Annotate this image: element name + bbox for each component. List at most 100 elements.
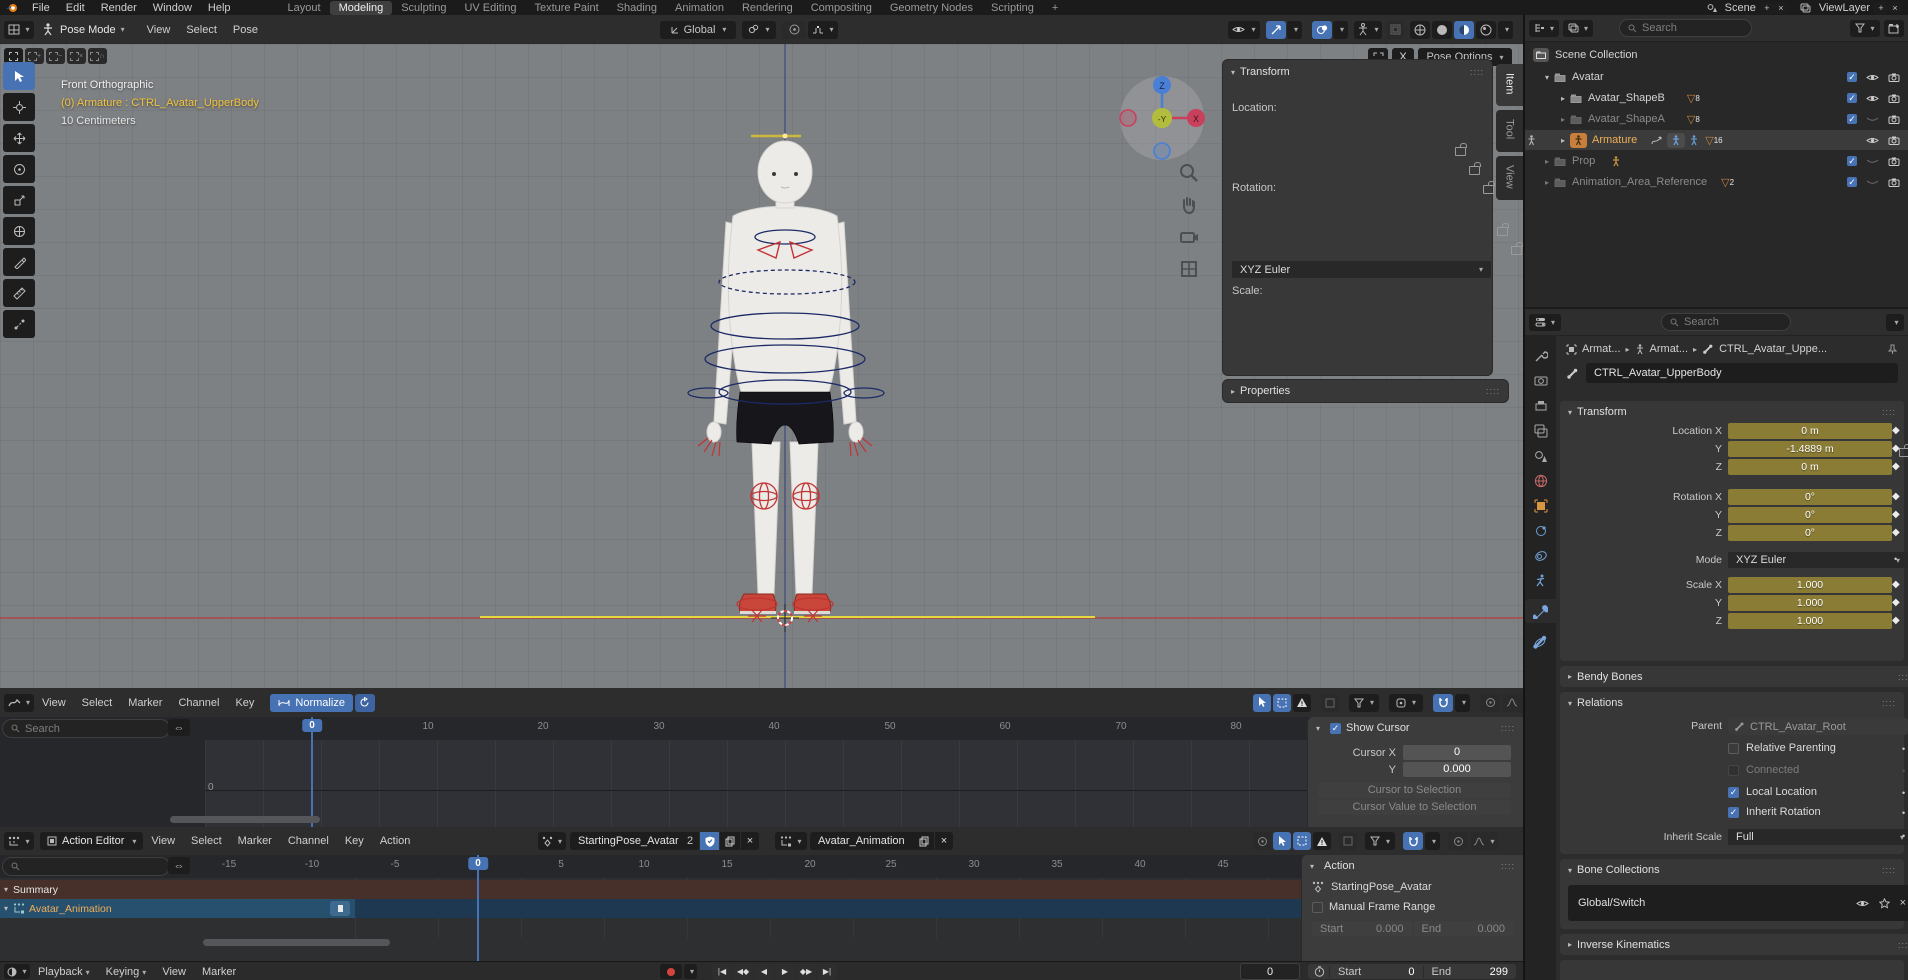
- prop-scale-x-field[interactable]: 1.000: [1728, 577, 1892, 593]
- dope-filter-dropdown[interactable]: ▾: [1365, 832, 1395, 850]
- new-slot-icon[interactable]: [914, 832, 934, 850]
- gizmo-x-ball[interactable]: X: [1193, 114, 1199, 124]
- lock-location-y-icon[interactable]: [1469, 166, 1480, 175]
- tab-view[interactable]: View: [1496, 156, 1523, 201]
- editor-type-button[interactable]: ▾: [4, 21, 34, 39]
- prop-lock-icon[interactable]: [1899, 448, 1908, 457]
- jump-to-start-button[interactable]: |◀: [712, 964, 732, 980]
- prop-location-x-field[interactable]: 0 m: [1728, 423, 1892, 439]
- shading-wireframe-button[interactable]: [1410, 21, 1430, 39]
- tab-bone-active[interactable]: [1525, 599, 1556, 623]
- render-camera-icon[interactable]: [1888, 73, 1900, 82]
- snap-target-dropdown[interactable]: ▾: [742, 21, 776, 39]
- graph-menu-select[interactable]: Select: [74, 697, 121, 709]
- shapeb-checkbox[interactable]: ✓: [1847, 93, 1857, 103]
- properties-editor-type-button[interactable]: ▾: [1529, 314, 1561, 331]
- graph-menu-view[interactable]: View: [34, 697, 74, 709]
- viewport-menu-select[interactable]: Select: [178, 24, 225, 36]
- lock-location-z-icon[interactable]: [1483, 185, 1494, 194]
- relative-parenting-row[interactable]: Relative Parenting: [1728, 742, 1836, 754]
- menu-render[interactable]: Render: [93, 2, 145, 14]
- outliner-row-avatar[interactable]: ▾ Avatar ✓: [1525, 67, 1908, 87]
- properties-search-input[interactable]: Search: [1661, 313, 1791, 331]
- dope-playhead[interactable]: [477, 855, 479, 961]
- channel-track-row[interactable]: ▾ Avatar_Animation: [0, 899, 1523, 918]
- hide-eye-icon[interactable]: [1866, 94, 1879, 103]
- connected-row[interactable]: Connected: [1728, 764, 1799, 776]
- parent-field[interactable]: CTRL_Avatar_Root: [1728, 718, 1908, 735]
- lock-rotation-x-icon[interactable]: [1497, 227, 1508, 236]
- zoom-icon[interactable]: [1178, 162, 1200, 184]
- dope-menu-select[interactable]: Select: [183, 835, 230, 847]
- camera-view-icon[interactable]: [1178, 226, 1200, 248]
- workspace-tab-shading[interactable]: Shading: [608, 1, 666, 15]
- animation-slot-icon[interactable]: ▾: [775, 832, 807, 850]
- n-panel-properties-collapsed[interactable]: ▸Properties ::::: [1223, 380, 1508, 402]
- xray-toggle[interactable]: ▾: [1354, 21, 1382, 39]
- lock-location-x-icon[interactable]: [1455, 147, 1466, 156]
- dope-mode-dropdown[interactable]: Action Editor▾: [40, 832, 143, 850]
- render-camera-icon[interactable]: [1888, 94, 1900, 103]
- transform-props-header[interactable]: ▾Transform ::::: [1560, 401, 1904, 423]
- dope-editor-type-button[interactable]: ▾: [4, 832, 34, 850]
- new-viewlayer-button[interactable]: +: [1874, 2, 1888, 14]
- playbar-menu-playback[interactable]: Playback▾: [30, 966, 98, 978]
- graph-snap-magnet-icon[interactable]: [1433, 694, 1453, 712]
- dope-hscrollbar[interactable]: [203, 939, 390, 946]
- hide-eye-closed-icon[interactable]: [1866, 178, 1879, 187]
- graph-playhead[interactable]: [311, 717, 313, 827]
- action-panel-header[interactable]: ▾Action ::::: [1302, 855, 1523, 877]
- graph-menu-key[interactable]: Key: [227, 697, 262, 709]
- tab-scene-icon[interactable]: [1534, 449, 1548, 463]
- workspace-tab-scripting[interactable]: Scripting: [982, 1, 1043, 15]
- workspace-tab-sculpting[interactable]: Sculpting: [392, 1, 455, 15]
- playbar-menu-view[interactable]: View: [154, 966, 194, 978]
- breadcrumb-armature[interactable]: Armat...: [1650, 343, 1689, 355]
- cursor-to-selection-button[interactable]: Cursor to Selection: [1318, 783, 1511, 798]
- render-preview-toggle[interactable]: [1386, 21, 1404, 39]
- local-location-row[interactable]: ✓ Local Location: [1728, 786, 1817, 798]
- collection-unassign-icon[interactable]: ×: [1900, 897, 1906, 909]
- manual-frame-range-row[interactable]: Manual Frame Range: [1302, 897, 1523, 917]
- stash-keying-icon[interactable]: ▾: [538, 832, 566, 850]
- navigation-gizmo[interactable]: Z X -Y: [1116, 72, 1208, 164]
- shading-rendered-button[interactable]: [1476, 21, 1496, 39]
- manual-frame-range-checkbox[interactable]: [1312, 902, 1323, 913]
- current-frame-field[interactable]: 0: [1240, 963, 1300, 980]
- bone-name-field[interactable]: CTRL_Avatar_UpperBody: [1586, 363, 1898, 383]
- graph-channel-panel[interactable]: [0, 740, 205, 827]
- animref-checkbox[interactable]: ✓: [1847, 177, 1857, 187]
- workspace-tab-rendering[interactable]: Rendering: [733, 1, 802, 15]
- dope-snap-magnet-icon[interactable]: [1403, 832, 1423, 850]
- bone-collections-header[interactable]: ▾Bone Collections ::::: [1560, 859, 1904, 881]
- tab-output-icon[interactable]: [1534, 399, 1548, 413]
- action-datablock-row[interactable]: StartingPose_Avatar: [1302, 877, 1523, 897]
- graph-editor-type-button[interactable]: ▾: [4, 694, 34, 712]
- graph-ruler[interactable]: Search ⇔ 10 20 30 40 50 60 70 80: [0, 717, 1523, 740]
- mode-selector[interactable]: Pose Mode: [58, 24, 118, 36]
- prop-rotation-x-field[interactable]: 0°: [1728, 489, 1892, 505]
- playbar-menu-marker[interactable]: Marker: [194, 966, 244, 978]
- playbar-editor-icon[interactable]: ▾: [4, 964, 30, 979]
- add-workspace-button[interactable]: +: [1043, 1, 1067, 15]
- menu-file[interactable]: File: [24, 2, 58, 14]
- menu-edit[interactable]: Edit: [58, 2, 93, 14]
- action-name-field[interactable]: StartingPose_Avatar: [570, 832, 696, 850]
- dope-filter-toggle-icon[interactable]: ⇔: [168, 857, 190, 874]
- bone-collection-item[interactable]: Global/Switch: [1578, 897, 1645, 909]
- inverse-kinematics-panel[interactable]: ▸Inverse Kinematics ::::: [1560, 934, 1908, 955]
- dope-cursor-tool-icon[interactable]: [1273, 832, 1291, 850]
- transform-panel-header[interactable]: ▾Transform ::::: [1223, 60, 1492, 84]
- dope-menu-action[interactable]: Action: [372, 835, 419, 847]
- action-start-field[interactable]: Start0.000: [1312, 921, 1412, 936]
- workspace-tab-modeling[interactable]: Modeling: [330, 1, 393, 15]
- hide-eye-icon[interactable]: [1866, 73, 1879, 82]
- unlink-action-icon[interactable]: ×: [741, 832, 759, 850]
- workspace-tab-texture-paint[interactable]: Texture Paint: [525, 1, 607, 15]
- graph-menu-channel[interactable]: Channel: [170, 697, 227, 709]
- dope-menu-key[interactable]: Key: [337, 835, 372, 847]
- outliner-filter-mode-icon[interactable]: ▾: [1563, 20, 1593, 37]
- inherit-rotation-checkbox[interactable]: ✓: [1728, 807, 1739, 818]
- blender-logo-icon[interactable]: [6, 3, 18, 13]
- relative-parenting-checkbox[interactable]: [1728, 743, 1739, 754]
